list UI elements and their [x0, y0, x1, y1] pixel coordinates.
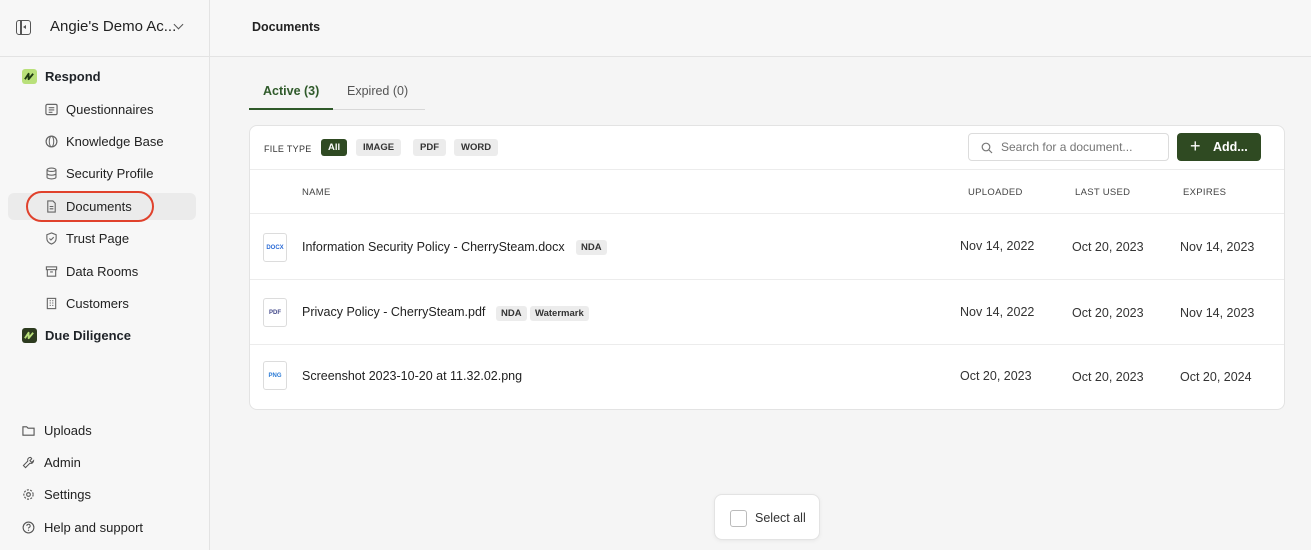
table-header: NAME UPLOADED LAST USED EXPIRES [250, 170, 1284, 214]
sidebar-item-label: Questionnaires [66, 102, 154, 117]
filter-chip-word[interactable]: WORD [454, 139, 499, 156]
expires-date: Oct 20, 2024 [1180, 370, 1252, 384]
plus-icon: + [1190, 136, 1201, 156]
sidebar-item-customers[interactable]: Customers [8, 290, 196, 317]
search-icon [981, 142, 993, 154]
documents-card: FILE TYPE All IMAGE PDF WORD + Add... NA… [249, 125, 1285, 410]
building-icon [46, 297, 57, 310]
select-all-label[interactable]: Select all [755, 511, 806, 525]
account-switcher[interactable]: Angie's Demo Ac... [0, 0, 209, 57]
respond-logo-icon [22, 69, 37, 84]
uploaded-date: Oct 20, 2023 [960, 369, 1032, 383]
filter-chip-all[interactable]: All [321, 139, 348, 156]
help-icon [22, 521, 35, 534]
column-header-name[interactable]: NAME [302, 187, 331, 198]
sidebar-item-label: Knowledge Base [66, 134, 164, 149]
tab-active[interactable]: Active (3) [263, 84, 319, 98]
due-diligence-logo-icon [22, 328, 37, 343]
column-header-uploaded[interactable]: UPLOADED [968, 187, 1023, 198]
sidebar-item-security-profile[interactable]: Security Profile [8, 160, 196, 187]
file-type-label: FILE TYPE [264, 144, 312, 154]
file-name[interactable]: Information Security Policy - CherryStea… [302, 240, 565, 254]
sidebar: Angie's Demo Ac... Respond Questionnaire… [0, 0, 210, 550]
sidebar-item-data-rooms[interactable]: Data Rooms [8, 258, 196, 285]
docx-file-icon: DOCX [263, 233, 287, 262]
last-used-date: Oct 20, 2023 [1072, 240, 1144, 254]
section-due-diligence-label: Due Diligence [45, 328, 131, 343]
png-file-icon: PNG [263, 361, 287, 390]
uploaded-date: Nov 14, 2022 [960, 239, 1035, 253]
add-document-button[interactable]: + Add... [1177, 133, 1261, 161]
table-row[interactable]: PDF Privacy Policy - CherrySteam.pdf NDA… [250, 280, 1284, 345]
sidebar-item-label: Data Rooms [66, 264, 139, 279]
pdf-file-icon: PDF [263, 298, 287, 327]
table-row[interactable]: PNG Screenshot 2023-10-20 at 11.32.02.pn… [250, 345, 1284, 410]
highlight-annotation [26, 191, 154, 222]
tag-watermark: Watermark [530, 306, 589, 321]
sidebar-item-trust-page[interactable]: Trust Page [8, 225, 196, 252]
add-button-label: Add... [1213, 140, 1248, 154]
column-header-expires[interactable]: EXPIRES [1183, 187, 1226, 198]
table-row[interactable]: DOCX Information Security Policy - Cherr… [250, 215, 1284, 280]
file-name[interactable]: Privacy Policy - CherrySteam.pdf [302, 305, 485, 319]
filter-chip-image[interactable]: IMAGE [356, 139, 402, 156]
expires-date: Nov 14, 2023 [1180, 240, 1255, 254]
database-icon [46, 167, 57, 180]
sidebar-item-label: Security Profile [66, 166, 154, 181]
sidebar-item-uploads[interactable]: Uploads [22, 423, 92, 438]
search-input[interactable] [1001, 140, 1161, 154]
list-icon [45, 103, 58, 116]
account-name: Angie's Demo Ac... [50, 18, 177, 35]
column-header-last-used[interactable]: LAST USED [1075, 187, 1130, 198]
last-used-date: Oct 20, 2023 [1072, 306, 1144, 320]
filter-chip-pdf[interactable]: PDF [413, 139, 446, 156]
sidebar-item-label: Trust Page [66, 231, 130, 246]
tab-expired[interactable]: Expired (0) [347, 84, 408, 98]
sidebar-item-knowledge-base[interactable]: Knowledge Base [8, 128, 196, 155]
gear-icon [23, 489, 34, 500]
last-used-date: Oct 20, 2023 [1072, 370, 1144, 384]
section-respond[interactable]: Respond [22, 69, 101, 84]
tag-nda: NDA [576, 240, 607, 255]
page-title: Documents [252, 20, 321, 34]
filter-bar: FILE TYPE All IMAGE PDF WORD + Add... [250, 126, 1284, 170]
uploaded-date: Nov 14, 2022 [960, 305, 1035, 319]
top-bar: Documents [210, 0, 1311, 57]
archive-icon [45, 266, 58, 277]
sidebar-item-label: Settings [44, 487, 91, 502]
sidebar-item-label: Uploads [44, 423, 92, 438]
sidebar-item-label: Admin [44, 455, 81, 470]
section-due-diligence[interactable]: Due Diligence [22, 328, 131, 343]
sidebar-item-settings[interactable]: Settings [22, 487, 91, 502]
globe-icon [45, 135, 58, 148]
shield-icon [46, 232, 57, 245]
select-all-checkbox[interactable] [730, 510, 747, 527]
document-tabs: Active (3) Expired (0) [249, 80, 425, 110]
wrench-icon [22, 456, 35, 469]
sidebar-item-questionnaires[interactable]: Questionnaires [8, 96, 196, 123]
expires-date: Nov 14, 2023 [1180, 306, 1255, 320]
select-all-bar: Select all [714, 494, 820, 540]
sidebar-item-admin[interactable]: Admin [22, 455, 81, 470]
sidebar-item-help[interactable]: Help and support [22, 520, 143, 535]
sidebar-item-label: Help and support [44, 520, 144, 535]
sidebar-toggle-icon[interactable] [16, 20, 31, 35]
tag-nda: NDA [496, 306, 527, 321]
file-name[interactable]: Screenshot 2023-10-20 at 11.32.02.png [302, 369, 522, 383]
section-respond-label: Respond [45, 69, 101, 84]
sidebar-item-label: Customers [66, 296, 129, 311]
search-box[interactable] [968, 133, 1169, 161]
tab-underline [249, 108, 333, 110]
folder-icon [22, 426, 35, 436]
